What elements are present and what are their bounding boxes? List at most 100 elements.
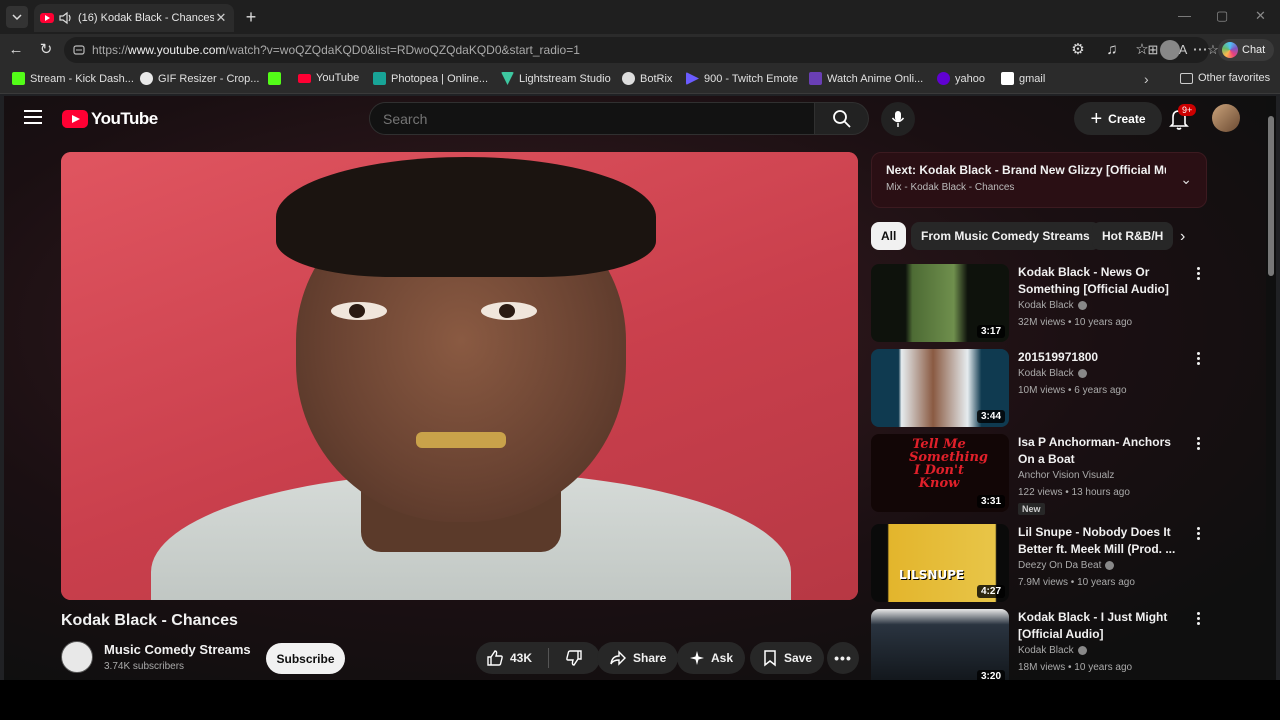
recommendation-channel[interactable]: Deezy On Da Beat: [1018, 560, 1115, 571]
bookmark-item[interactable]: 900 - Twitch Emote: [686, 72, 798, 85]
like-button[interactable]: 43K: [476, 649, 542, 667]
other-favorites[interactable]: Other favorites: [1180, 72, 1270, 84]
refresh-button[interactable]: ↻: [36, 40, 56, 60]
list-item[interactable]: 3:17 Kodak Black - News Or Something [Of…: [871, 264, 1207, 344]
video-player[interactable]: [61, 152, 858, 600]
back-button[interactable]: ←: [6, 40, 26, 60]
channel-name[interactable]: Music Comedy Streams: [104, 642, 251, 657]
chevron-down-icon[interactable]: ⌄: [1180, 171, 1192, 188]
video-thumbnail[interactable]: 3:20: [871, 609, 1009, 680]
menu-icon[interactable]: [24, 110, 42, 126]
chevron-right-icon[interactable]: ›: [1180, 228, 1185, 246]
kebab-menu-icon[interactable]: [1197, 612, 1201, 627]
like-count: 43K: [510, 651, 533, 665]
channel-label: Deezy On Da Beat: [1018, 560, 1102, 571]
bookmark-label: BotRix: [640, 72, 673, 85]
list-item[interactable]: 3:20 Kodak Black - I Just Might [Officia…: [871, 609, 1207, 680]
video-thumbnail[interactable]: 3:17: [871, 264, 1009, 342]
close-window-button[interactable]: ✕: [1255, 8, 1266, 24]
new-tab-button[interactable]: +: [242, 7, 260, 28]
bookmark-item[interactable]: gmail: [1001, 72, 1045, 85]
save-label: Save: [784, 651, 813, 665]
recommendation-channel[interactable]: Kodak Black: [1018, 645, 1087, 656]
voice-search-button[interactable]: [881, 102, 915, 136]
favorites-icon[interactable]: ☆: [1132, 40, 1152, 60]
profile-avatar[interactable]: [1160, 40, 1180, 60]
recommendation-title: Isa P Anchorman- Anchors On a Boat: [1018, 435, 1171, 466]
account-avatar[interactable]: [1212, 104, 1240, 132]
youtube-logo[interactable]: YouTube: [62, 109, 158, 129]
bookmark-item[interactable]: GIF Resizer - Crop...: [140, 72, 259, 85]
address-bar[interactable]: https://www.youtube.com/watch?v=woQZQdaK…: [64, 37, 1209, 63]
list-item[interactable]: Tell Me Something I Don't Know 3:31 Isa …: [871, 434, 1207, 515]
kebab-menu-icon[interactable]: [1197, 527, 1201, 542]
bookmark-item[interactable]: BotRix: [622, 72, 672, 85]
recommendation-channel[interactable]: Anchor Vision Visualz: [1018, 470, 1114, 481]
video-title: Kodak Black - Chances: [61, 612, 238, 629]
bookmark-item[interactable]: Photopea | Online...: [373, 72, 488, 85]
recommendation-title: 201519971800: [1018, 350, 1099, 364]
bookmark-item[interactable]: YouTube: [298, 72, 359, 84]
search-input[interactable]: [369, 102, 815, 135]
kebab-menu-icon[interactable]: [1197, 437, 1201, 452]
list-item[interactable]: LILSNUPE 4:27 Lil Snupe - Nobody Does It…: [871, 524, 1207, 604]
channel-avatar[interactable]: [61, 641, 93, 673]
bookmark-label: yahoo: [955, 72, 985, 85]
minimize-button[interactable]: —: [1178, 8, 1191, 23]
thumbnail-art-text: Tell Me Something I Don't Know: [909, 437, 989, 491]
duration-badge: 4:27: [976, 585, 1005, 598]
chip-all[interactable]: All: [871, 222, 907, 250]
tab-active[interactable]: (16) Kodak Black - Chances - Y ✕: [34, 4, 234, 32]
up-next-subtitle: Mix - Kodak Black - Chances: [886, 182, 1015, 193]
recommendation-channel[interactable]: Kodak Black: [1018, 368, 1087, 379]
share-button[interactable]: Share: [597, 642, 679, 674]
more-actions-button[interactable]: •••: [827, 642, 859, 674]
up-next-title: Next: Kodak Black - Brand New Glizzy [Of…: [886, 163, 1166, 177]
bookmark-label: 900 - Twitch Emote: [704, 72, 798, 85]
video-thumbnail[interactable]: LILSNUPE 4:27: [871, 524, 1009, 602]
subscribe-button[interactable]: Subscribe: [266, 643, 345, 674]
kebab-menu-icon[interactable]: [1197, 267, 1201, 282]
speaker-icon[interactable]: [58, 11, 74, 25]
bookmark-item[interactable]: yahoo: [937, 72, 985, 85]
save-button[interactable]: Save: [750, 642, 825, 674]
like-dislike-group: 43K: [476, 642, 600, 674]
scrollbar-thumb[interactable]: [1268, 116, 1274, 276]
verified-icon: [1077, 369, 1087, 378]
channel-label: Kodak Black: [1018, 645, 1074, 656]
up-next-panel[interactable]: Next: Kodak Black - Brand New Glizzy [Of…: [871, 152, 1207, 208]
site-info-icon[interactable]: [72, 43, 86, 57]
browser-window: (16) Kodak Black - Chances - Y ✕ + — ▢ ✕…: [0, 0, 1280, 680]
video-thumbnail[interactable]: 3:44: [871, 349, 1009, 427]
recommendation-channel[interactable]: Kodak Black: [1018, 300, 1087, 311]
chip-hot-rnb[interactable]: Hot R&B/H: [1092, 222, 1174, 250]
bookmark-item[interactable]: Stream - Kick Dash...: [12, 72, 134, 85]
list-item[interactable]: 3:44 201519971800 Kodak Black 10M views …: [871, 349, 1207, 429]
video-thumbnail[interactable]: Tell Me Something I Don't Know 3:31: [871, 434, 1009, 512]
channel-label: Anchor Vision Visualz: [1018, 470, 1115, 481]
tab-close-icon[interactable]: ✕: [214, 10, 228, 26]
create-button[interactable]: + Create: [1074, 102, 1162, 135]
bookmark-item[interactable]: [268, 72, 281, 85]
bookmark-item[interactable]: Lightstream Studio: [501, 72, 611, 85]
tab-actions-button[interactable]: [6, 6, 28, 28]
dislike-button[interactable]: [555, 649, 593, 667]
chevron-right-icon[interactable]: ›: [1144, 71, 1149, 87]
bookmark-item[interactable]: Watch Anime Onli...: [809, 72, 923, 85]
microphone-icon: [891, 111, 905, 127]
ask-label: Ask: [711, 651, 734, 665]
recommendation-meta: 10M views • 6 years ago: [1018, 385, 1127, 396]
chip-from-channel[interactable]: From Music Comedy Streams: [911, 222, 1100, 250]
recommendation-title: Kodak Black - I Just Might [Official Aud…: [1018, 610, 1168, 641]
bookmark-label: Photopea | Online...: [391, 72, 489, 85]
more-menu-icon[interactable]: ⋯: [1190, 40, 1210, 60]
browser-essentials-icon[interactable]: ♫: [1102, 40, 1122, 60]
copilot-chat-button[interactable]: Chat: [1218, 39, 1274, 61]
ask-button[interactable]: Ask: [677, 642, 746, 674]
tab-title: (16) Kodak Black - Chances - Y: [78, 12, 214, 24]
search-button[interactable]: [815, 102, 869, 135]
extensions-icon[interactable]: ⚙: [1068, 40, 1088, 60]
search-icon: [832, 109, 851, 128]
kebab-menu-icon[interactable]: [1197, 352, 1201, 367]
maximize-button[interactable]: ▢: [1216, 8, 1228, 24]
